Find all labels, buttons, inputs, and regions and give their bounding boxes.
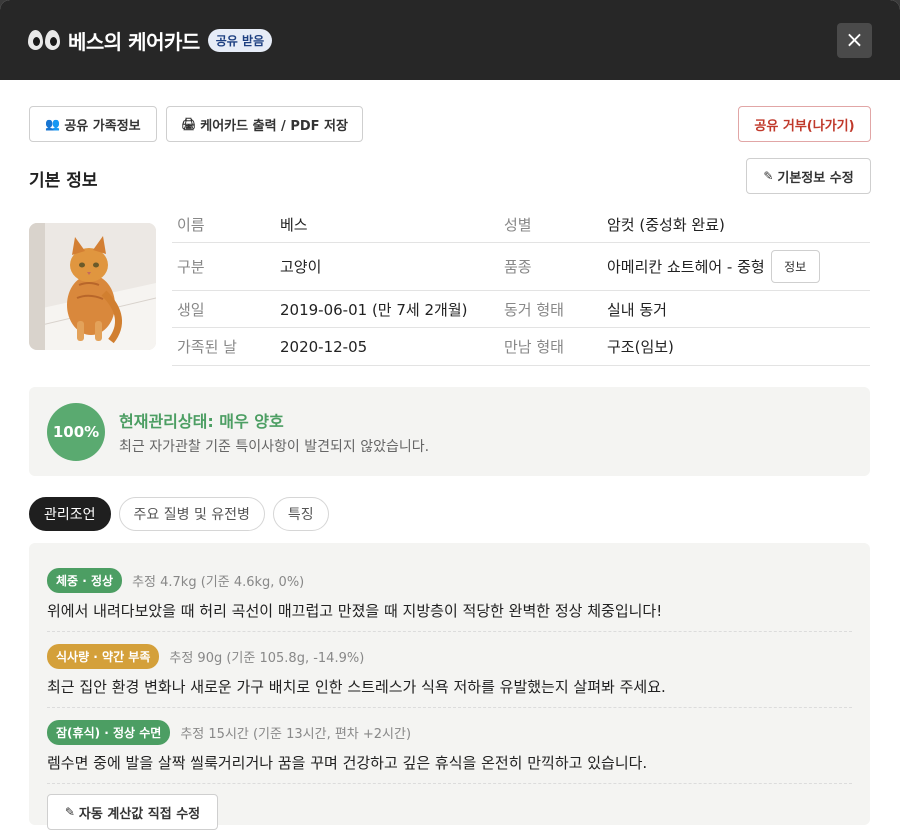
advice-tag: 식사량 · 약간 부족 bbox=[47, 644, 160, 669]
advice-meta: 추정 90g (기준 105.8g, -14.9%) bbox=[169, 651, 365, 666]
tab-features[interactable]: 특징 bbox=[272, 497, 329, 531]
info-key: 이름 bbox=[177, 215, 205, 234]
auto-value-edit-label: 자동 계산값 직접 수정 bbox=[78, 806, 201, 822]
advice-desc: 렘수면 중에 발을 살짝 씰룩거리거나 꿈을 꾸며 건강하고 깊은 휴식을 온전… bbox=[47, 754, 648, 772]
pencil-icon: ✎ bbox=[64, 805, 75, 819]
edit-basic-info-label: 기본정보 수정 bbox=[777, 170, 854, 186]
people-icon: 👥 bbox=[45, 117, 61, 131]
gender-value: 암컷 (중성화 완료) bbox=[607, 215, 725, 234]
birthday-value: 2019-06-01 (만 7세 2개월) bbox=[280, 300, 468, 319]
tab-advice[interactable]: 관리조언 bbox=[29, 497, 111, 531]
refuse-share-button[interactable]: 공유 거부(나가기) bbox=[738, 106, 871, 142]
basic-info-table: 이름 베스 성별 암컷 (중성화 완료) 구분 고양이 품종 아메리칸 쇼트헤어… bbox=[172, 206, 870, 366]
status-title: 현재관리상태: 매우 양호 bbox=[119, 411, 284, 431]
auto-value-edit-button[interactable]: ✎ 자동 계산값 직접 수정 bbox=[47, 794, 218, 830]
refuse-share-label: 공유 거부(나가기) bbox=[754, 118, 855, 134]
care-card-modal: 베스의 케어카드 공유 받음 × 👥 공유 가족정보 🖨 케어카드 출력 / P… bbox=[0, 0, 900, 837]
info-key: 만남 형태 bbox=[504, 338, 564, 356]
advice-tag: 체중 · 정상 bbox=[47, 568, 123, 593]
pencil-icon: ✎ bbox=[763, 169, 774, 183]
pet-photo bbox=[29, 223, 156, 350]
print-label: 케어카드 출력 / PDF 저장 bbox=[200, 118, 348, 134]
info-key: 생일 bbox=[177, 300, 205, 319]
info-row: 구분 고양이 품종 아메리칸 쇼트헤어 - 중형 정보 bbox=[172, 243, 870, 291]
advice-item-food: 식사량 · 약간 부족 추정 90g (기준 105.8g, -14.9%) 최… bbox=[47, 644, 852, 708]
meeting-type-value: 구조(임보) bbox=[607, 338, 674, 356]
status-text: 현재관리상태: 매우 양호 최근 자가관찰 기준 특이사항이 발견되지 않았습니… bbox=[119, 408, 429, 456]
info-key: 동거 형태 bbox=[504, 300, 564, 319]
breed-info-button[interactable]: 정보 bbox=[770, 250, 820, 283]
close-button[interactable]: × bbox=[837, 23, 872, 58]
info-row: 이름 베스 성별 암컷 (중성화 완료) bbox=[172, 206, 870, 243]
breed-value: 아메리칸 쇼트헤어 - 중형 정보 bbox=[607, 250, 870, 283]
page-title: 베스의 케어카드 bbox=[68, 29, 200, 54]
info-row: 가족된 날 2020-12-05 만남 형태 구조(임보) bbox=[172, 328, 870, 366]
info-key: 가족된 날 bbox=[177, 338, 237, 356]
status-percent-badge: 100% bbox=[47, 402, 105, 461]
printer-icon: 🖨 bbox=[181, 117, 197, 131]
advice-desc: 최근 집안 환경 변화나 새로운 가구 배치로 인한 스트레스가 식욕 저하를 … bbox=[47, 678, 666, 696]
advice-meta: 추정 4.7kg (기준 4.6kg, 0%) bbox=[132, 575, 305, 590]
share-status-badge: 공유 받음 bbox=[207, 28, 273, 52]
modal-header: 베스의 케어카드 공유 받음 × bbox=[0, 0, 900, 80]
tab-bar: 관리조언 주요 질병 및 유전병 특징 bbox=[29, 497, 329, 531]
info-row: 생일 2019-06-01 (만 7세 2개월) 동거 형태 실내 동거 bbox=[172, 291, 870, 328]
advice-tag: 잠(휴식) · 정상 수면 bbox=[47, 720, 171, 745]
family-info-button[interactable]: 👥 공유 가족정보 bbox=[29, 106, 157, 142]
family-info-label: 공유 가족정보 bbox=[64, 118, 141, 134]
advice-desc: 위에서 내려다보았을 때 허리 곡선이 매끄럽고 만졌을 때 지방층이 적당한 … bbox=[47, 602, 663, 620]
advice-meta: 추정 15시간 (기준 13시간, 편차 +2시간) bbox=[180, 727, 412, 742]
adoption-date-value: 2020-12-05 bbox=[280, 337, 368, 356]
advice-item-weight: 체중 · 정상 추정 4.7kg (기준 4.6kg, 0%) 위에서 내려다보… bbox=[47, 568, 852, 632]
tab-diseases[interactable]: 주요 질병 및 유전병 bbox=[118, 497, 265, 531]
status-subtitle: 최근 자가관찰 기준 특이사항이 발견되지 않았습니다. bbox=[119, 438, 430, 455]
species-value: 고양이 bbox=[280, 258, 322, 276]
edit-basic-info-button[interactable]: ✎ 기본정보 수정 bbox=[746, 158, 871, 194]
info-key: 품종 bbox=[504, 258, 532, 276]
eyes-icon bbox=[28, 30, 60, 50]
info-key: 구분 bbox=[177, 258, 205, 276]
advice-panel: 체중 · 정상 추정 4.7kg (기준 4.6kg, 0%) 위에서 내려다보… bbox=[29, 543, 870, 830]
pet-name-value: 베스 bbox=[280, 215, 308, 234]
toolbar: 👥 공유 가족정보 🖨 케어카드 출력 / PDF 저장 공유 거부(나가기) bbox=[29, 106, 871, 142]
advice-item-sleep: 잠(휴식) · 정상 수면 추정 15시간 (기준 13시간, 편차 +2시간)… bbox=[47, 720, 852, 784]
info-key: 성별 bbox=[504, 215, 532, 234]
basic-info-title: 기본 정보 bbox=[29, 171, 98, 191]
close-icon: × bbox=[845, 28, 864, 53]
care-status-box: 100% 현재관리상태: 매우 양호 최근 자가관찰 기준 특이사항이 발견되지… bbox=[29, 387, 870, 476]
living-type-value: 실내 동거 bbox=[607, 300, 667, 319]
print-button[interactable]: 🖨 케어카드 출력 / PDF 저장 bbox=[166, 106, 363, 142]
